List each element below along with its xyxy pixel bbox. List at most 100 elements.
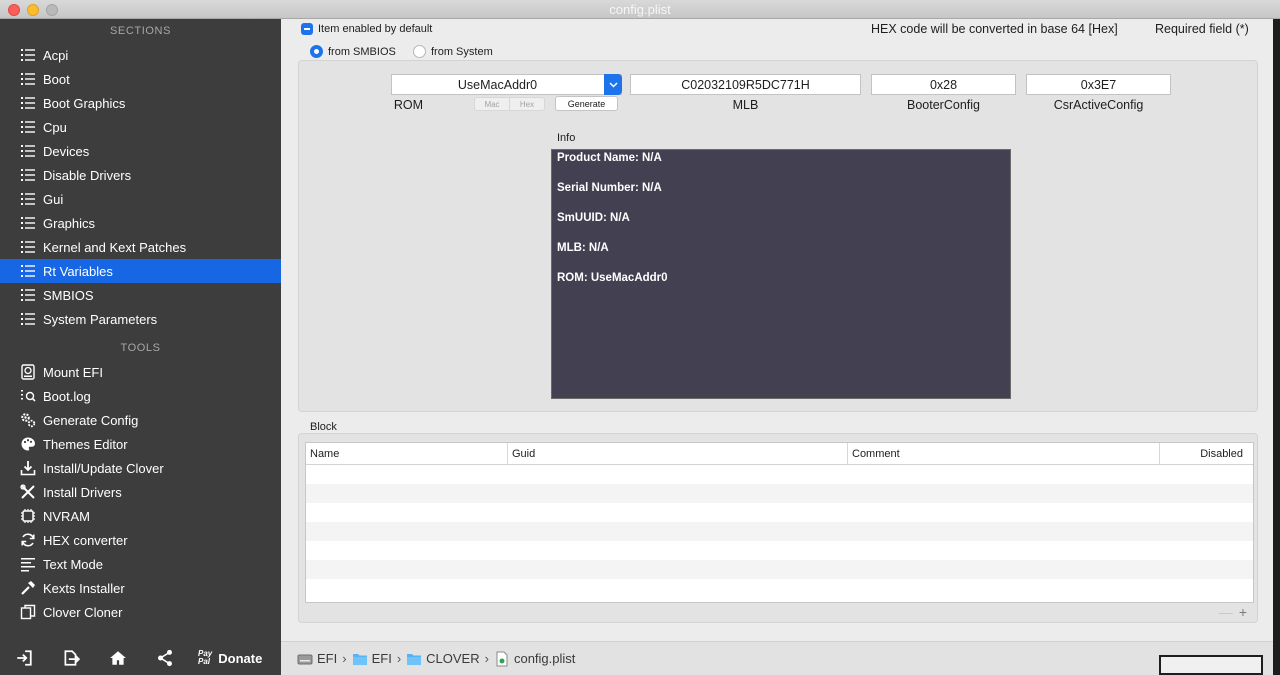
sidebar-item-nvram[interactable]: NVRAM <box>0 504 281 528</box>
column-comment[interactable]: Comment <box>848 443 1160 464</box>
screenshot-thumbnail[interactable] <box>1159 655 1263 675</box>
column-disabled[interactable]: Disabled <box>1160 443 1253 464</box>
path-separator: › <box>342 651 347 666</box>
csr-active-config-field[interactable]: 0x3E7 <box>1026 74 1171 95</box>
sidebar-item-smbios[interactable]: SMBIOS <box>0 283 281 307</box>
tools-heading: TOOLS <box>120 342 161 354</box>
path-crumb-config-file[interactable]: config.plist <box>494 651 575 667</box>
list-icon <box>19 310 37 328</box>
tools-icon <box>19 483 37 501</box>
sidebar-item-cpu[interactable]: Cpu <box>0 115 281 139</box>
segment-hex[interactable]: Hex <box>509 98 544 110</box>
sidebar-item-rt-variables[interactable]: Rt Variables <box>0 259 281 283</box>
sidebar-item-label: Mount EFI <box>43 364 103 380</box>
column-guid[interactable]: Guid <box>508 443 848 464</box>
sidebar-item-label: Boot Graphics <box>43 95 126 111</box>
sidebar-item-themes-editor[interactable]: Themes Editor <box>0 432 281 456</box>
sidebar-footer: Pay Pal Donate <box>0 641 281 675</box>
sidebar-item-label: SMBIOS <box>43 287 94 303</box>
gears-icon <box>19 411 37 429</box>
folder-icon <box>407 653 422 665</box>
rom-label: ROM <box>393 98 424 112</box>
folder-icon <box>352 653 367 665</box>
sidebar-item-graphics[interactable]: Graphics <box>0 211 281 235</box>
donate-label: Donate <box>218 650 263 666</box>
mlb-field[interactable]: C02032109R5DC771H <box>630 74 861 95</box>
from-smbios-radio[interactable]: from SMBIOS <box>310 45 396 58</box>
table-row[interactable] <box>306 579 1253 598</box>
table-row[interactable] <box>306 465 1253 484</box>
sidebar-item-kexts-installer[interactable]: Kexts Installer <box>0 576 281 600</box>
share-button[interactable] <box>141 641 188 675</box>
sidebar-item-install-update-clover[interactable]: Install/Update Clover <box>0 456 281 480</box>
sidebar-item-label: Acpi <box>43 47 69 63</box>
sidebar-item-gui[interactable]: Gui <box>0 187 281 211</box>
mlb-label: MLB <box>732 98 759 112</box>
disk-icon <box>19 363 37 381</box>
import-icon <box>16 650 32 666</box>
home-button[interactable] <box>94 641 141 675</box>
sidebar-item-generate-config[interactable]: Generate Config <box>0 408 281 432</box>
sidebar-item-mount-efi[interactable]: Mount EFI <box>0 360 281 384</box>
table-row[interactable] <box>306 522 1253 541</box>
remove-row-button[interactable]: — <box>1219 604 1233 620</box>
rom-combobox[interactable]: UseMacAddr0 <box>391 74 622 95</box>
export-button[interactable] <box>47 641 94 675</box>
path-crumb-efi-folder[interactable]: EFI <box>352 651 392 667</box>
rom-dropdown-button[interactable] <box>604 74 622 95</box>
sidebar-item-label: Install Drivers <box>43 484 122 500</box>
radio-selected-icon <box>310 45 323 58</box>
from-system-label: from System <box>431 45 493 58</box>
table-row[interactable] <box>306 560 1253 579</box>
table-row[interactable] <box>306 541 1253 560</box>
rom-field[interactable]: UseMacAddr0 <box>391 74 622 95</box>
list-icon <box>19 94 37 112</box>
sidebar-item-text-mode[interactable]: Text Mode <box>0 552 281 576</box>
sidebar-item-devices[interactable]: Devices <box>0 139 281 163</box>
sidebar-item-disable-drivers[interactable]: Disable Drivers <box>0 163 281 187</box>
sidebar-item-clover-cloner[interactable]: Clover Cloner <box>0 600 281 624</box>
main-panel: Item enabled by default HEX code will be… <box>281 19 1273 675</box>
booter-config-label: BooterConfig <box>907 98 980 112</box>
list-icon <box>19 142 37 160</box>
table-row[interactable] <box>306 484 1253 503</box>
csr-active-config-label: CsrActiveConfig <box>1053 98 1144 112</box>
sidebar-item-boot-graphics[interactable]: Boot Graphics <box>0 91 281 115</box>
log-search-icon <box>19 387 37 405</box>
from-system-radio[interactable]: from System <box>413 45 493 58</box>
list-icon <box>19 118 37 136</box>
path-crumb-efi-volume[interactable]: EFI <box>297 651 337 667</box>
column-name[interactable]: Name <box>306 443 508 464</box>
segment-mac[interactable]: Mac <box>475 98 509 110</box>
donate-button[interactable]: Pay Pal Donate <box>198 650 262 666</box>
sidebar-item-label: Gui <box>43 191 64 207</box>
download-icon <box>19 459 37 477</box>
sidebar-item-acpi[interactable]: Acpi <box>0 43 281 67</box>
sidebar-item-boot-log[interactable]: Boot.log <box>0 384 281 408</box>
sidebar-item-label: NVRAM <box>43 508 90 524</box>
chevron-down-icon <box>608 81 618 88</box>
copy-icon <box>19 603 37 621</box>
sidebar-item-hex-converter[interactable]: HEX converter <box>0 528 281 552</box>
share-icon <box>157 649 172 667</box>
refresh-icon <box>19 531 37 549</box>
add-row-button[interactable]: + <box>1239 604 1247 620</box>
sidebar-item-label: Graphics <box>43 215 96 231</box>
sidebar-item-system-parameters[interactable]: System Parameters <box>0 307 281 331</box>
info-label: Info <box>557 132 576 144</box>
sidebar-item-install-drivers[interactable]: Install Drivers <box>0 480 281 504</box>
export-icon <box>64 650 80 666</box>
sidebar-item-boot[interactable]: Boot <box>0 67 281 91</box>
path-separator: › <box>396 651 402 666</box>
path-crumb-clover-folder[interactable]: CLOVER <box>406 651 480 667</box>
item-enabled-checkbox[interactable]: Item enabled by default <box>301 23 432 35</box>
plist-file-icon <box>496 651 508 666</box>
import-button[interactable] <box>0 641 47 675</box>
generate-button[interactable]: Generate <box>555 96 618 111</box>
booter-config-field[interactable]: 0x28 <box>871 74 1016 95</box>
block-table[interactable]: Name Guid Comment Disabled <box>305 442 1254 603</box>
sidebar-item-label: HEX converter <box>43 532 128 548</box>
mac-hex-segmented[interactable]: Mac Hex <box>474 97 545 111</box>
sidebar-item-kernel-and-kext-patches[interactable]: Kernel and Kext Patches <box>0 235 281 259</box>
table-row[interactable] <box>306 503 1253 522</box>
